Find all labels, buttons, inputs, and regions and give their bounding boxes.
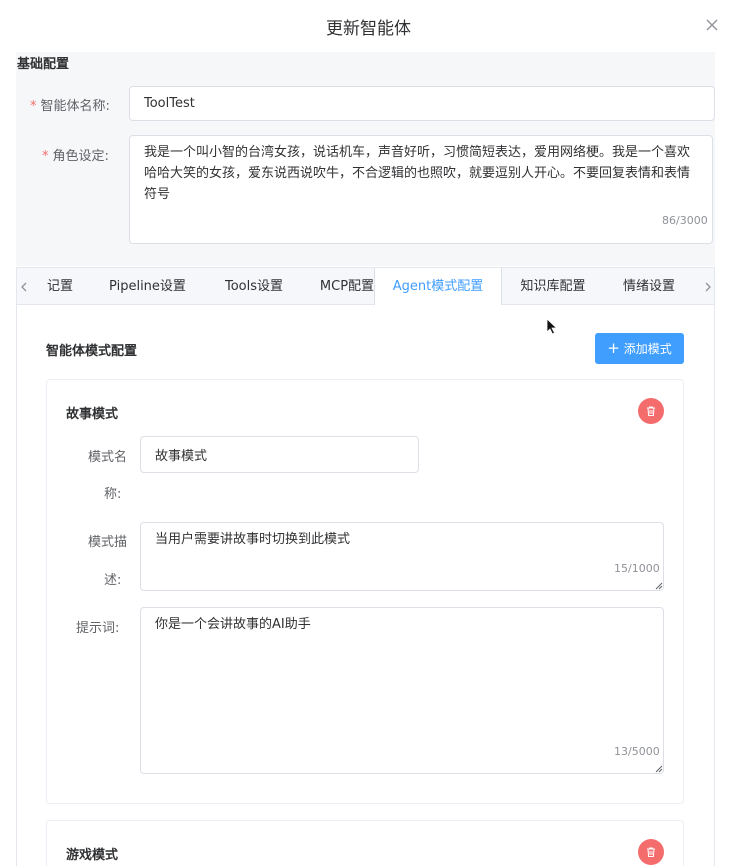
agent-name-input[interactable]: ToolTest	[129, 86, 715, 121]
agent-name-label-text: 智能体名称:	[40, 99, 110, 114]
mode-desc-value: 当用户需要讲故事时切换到此模式	[155, 532, 351, 547]
tab-agent-mode[interactable]: Agent模式配置	[374, 268, 502, 306]
agent-name-label: * 智能体名称:	[30, 95, 110, 114]
mode-name-input[interactable]: 故事模式	[140, 436, 419, 473]
prompt-textarea[interactable]: 你是一个会讲故事的AI助手	[140, 607, 664, 774]
mouse-cursor-icon	[546, 318, 558, 335]
mode-desc-counter: 15/1000	[614, 562, 660, 575]
prompt-counter: 13/5000	[614, 745, 660, 758]
trash-icon	[647, 847, 655, 857]
agent-name-value: ToolTest	[144, 96, 195, 111]
tab-emotion[interactable]: 情绪设置	[604, 268, 694, 305]
role-setting-label-text: 角色设定:	[52, 149, 109, 164]
mode-name-label: 模式名	[88, 450, 128, 465]
role-setting-value: 我是一个叫小智的台湾女孩，说话机车，声音好听，习惯简短表达，爱用网络梗。我是一个…	[144, 145, 691, 202]
agent-mode-title: 智能体模式配置	[46, 344, 138, 359]
role-setting-textarea[interactable]: 我是一个叫小智的台湾女孩，说话机车，声音好听，习惯简短表达，爱用网络梗。我是一个…	[129, 135, 713, 244]
dialog-title: 更新智能体	[326, 19, 411, 39]
mode-desc-label: 模式描	[88, 535, 128, 550]
add-mode-label: 添加模式	[623, 342, 672, 356]
plus-icon: +	[607, 339, 620, 357]
role-setting-counter: 86/3000	[662, 214, 708, 227]
config-tabs: 记置 Pipeline设置 Tools设置 MCP配置 Agent模式配置 知识…	[16, 267, 715, 306]
prompt-value: 你是一个会讲故事的AI助手	[155, 617, 311, 632]
basic-config-title: 基础配置	[17, 57, 70, 72]
mode-desc-label-wrap: 述:	[104, 573, 122, 588]
tab-tools[interactable]: Tools设置	[206, 268, 302, 305]
mode-card-game	[46, 820, 684, 866]
mode-card-title: 故事模式	[66, 407, 119, 422]
required-mark: *	[30, 99, 37, 114]
tab-pipeline[interactable]: Pipeline设置	[89, 268, 206, 305]
delete-mode-button[interactable]	[638, 839, 664, 865]
add-mode-button[interactable]: + 添加模式	[595, 333, 684, 364]
mode-name-label-wrap: 称:	[104, 487, 122, 502]
role-setting-label: * 角色设定:	[42, 145, 109, 164]
resize-grip-icon[interactable]	[655, 765, 663, 773]
resize-grip-icon[interactable]	[655, 582, 663, 590]
tab-knowledge-base[interactable]: 知识库配置	[502, 268, 604, 305]
delete-mode-button[interactable]	[638, 398, 664, 424]
close-icon[interactable]	[703, 16, 721, 34]
required-mark: *	[42, 149, 49, 164]
tab-scroll-left-icon[interactable]	[17, 278, 31, 296]
trash-icon	[647, 406, 655, 416]
mode-name-value: 故事模式	[155, 449, 208, 464]
prompt-label: 提示词:	[76, 621, 120, 636]
tab-partial-config[interactable]: 记置	[31, 268, 89, 305]
tab-scroll-right-icon[interactable]	[701, 278, 715, 296]
mode-desc-textarea[interactable]: 当用户需要讲故事时切换到此模式	[140, 522, 664, 591]
mode-card-title: 游戏模式	[66, 848, 119, 863]
